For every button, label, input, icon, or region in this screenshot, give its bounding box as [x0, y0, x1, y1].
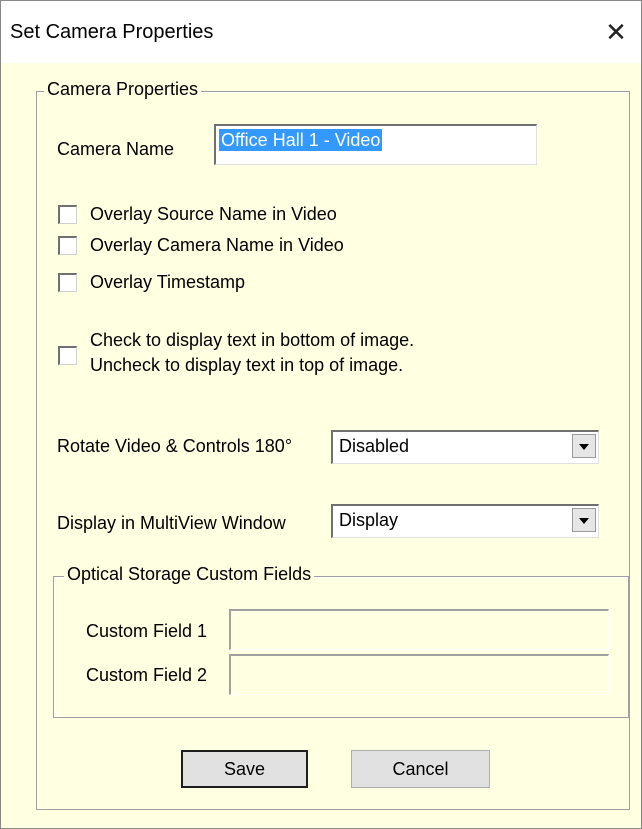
text-position-label-line1[interactable]: Check to display text in bottom of image…	[90, 330, 414, 351]
close-icon[interactable]: ✕	[597, 15, 635, 49]
multiview-label: Display in MultiView Window	[57, 513, 286, 533]
overlay-camera-name-checkbox[interactable]	[58, 236, 77, 255]
custom-field-2-input[interactable]	[229, 654, 609, 695]
window-title: Set Camera Properties	[10, 21, 214, 43]
rotate-video-label: Rotate Video & Controls 180°	[57, 436, 293, 456]
custom-field-2-label: Custom Field 2	[86, 665, 208, 685]
overlay-camera-name-label[interactable]: Overlay Camera Name in Video	[90, 235, 344, 256]
multiview-value: Display	[339, 510, 399, 530]
optical-storage-legend: Optical Storage Custom Fields	[64, 564, 315, 585]
save-button[interactable]: Save	[181, 750, 308, 788]
chevron-down-icon[interactable]	[572, 434, 596, 458]
overlay-timestamp-label[interactable]: Overlay Timestamp	[90, 272, 245, 293]
rotate-video-value: Disabled	[339, 436, 410, 456]
title-bar[interactable]: Set Camera Properties ✕	[1, 1, 641, 63]
camera-name-value: Office Hall 1 - Video	[219, 129, 383, 151]
camera-name-label: Camera Name	[57, 139, 175, 159]
camera-name-input[interactable]: Office Hall 1 - Video	[214, 124, 537, 165]
cancel-button[interactable]: Cancel	[351, 750, 490, 788]
overlay-source-name-checkbox[interactable]	[58, 205, 77, 224]
custom-field-1-label: Custom Field 1	[86, 621, 208, 641]
overlay-timestamp-checkbox[interactable]	[58, 273, 77, 292]
multiview-select[interactable]: Display	[331, 504, 599, 538]
text-position-label-line2[interactable]: Uncheck to display text in top of image.	[90, 355, 403, 376]
custom-field-1-input[interactable]	[229, 609, 609, 650]
camera-properties-legend: Camera Properties	[44, 79, 202, 100]
dialog-window: Set Camera Properties ✕ Camera Propertie…	[0, 0, 642, 829]
rotate-video-select[interactable]: Disabled	[331, 430, 599, 464]
text-position-checkbox[interactable]	[58, 346, 77, 365]
chevron-down-icon[interactable]	[572, 508, 596, 532]
dialog-content: Camera Properties Camera Name Office Hal…	[1, 63, 641, 828]
overlay-source-name-label[interactable]: Overlay Source Name in Video	[90, 204, 337, 225]
